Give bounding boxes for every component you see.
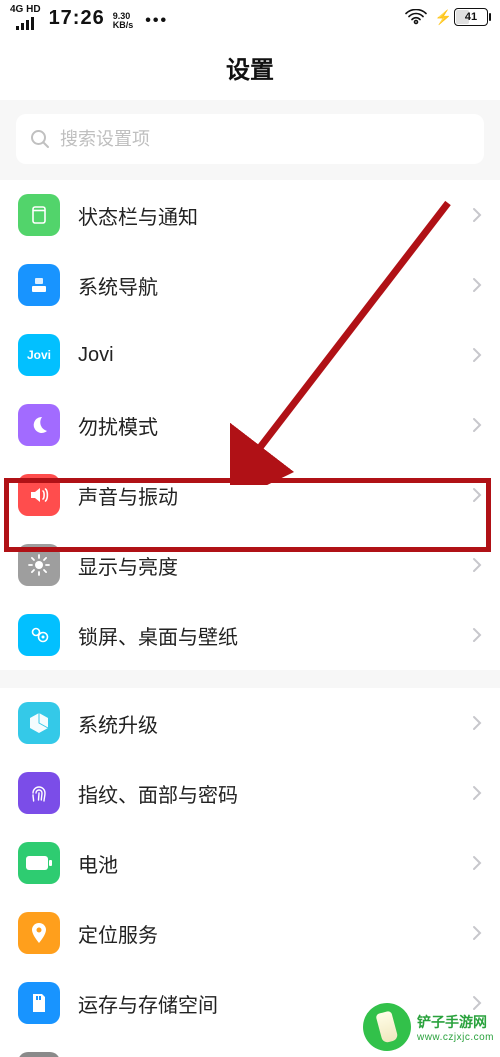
page-title: 设置: [226, 50, 274, 85]
row-system-navigation[interactable]: 系统导航: [0, 250, 500, 320]
row-label: 系统升级: [78, 709, 472, 738]
chevron-right-icon: [472, 417, 482, 433]
more-status-icon: •••: [145, 12, 168, 30]
charging-icon: ⚡: [435, 9, 452, 26]
row-battery[interactable]: 电池: [0, 828, 500, 898]
search-box[interactable]: [16, 114, 484, 164]
row-label: 指纹、面部与密码: [78, 779, 472, 808]
fingerprint-icon: [18, 772, 60, 814]
clock: 17:26: [49, 7, 105, 30]
row-label: 声音与振动: [78, 481, 472, 510]
settings-group-2: 系统升级 指纹、面部与密码 电池 定位服务: [0, 688, 500, 1057]
status-left: 4G HD 17:26 9.30 KB/s •••: [10, 5, 168, 30]
chevron-right-icon: [472, 627, 482, 643]
row-label: 系统导航: [78, 271, 472, 300]
network-label: 4G HD: [10, 5, 41, 15]
row-status-notifications[interactable]: 状态栏与通知: [0, 180, 500, 250]
row-label: 锁屏、桌面与壁纸: [78, 621, 472, 650]
chevron-right-icon: [472, 557, 482, 573]
more-icon: [18, 1052, 60, 1057]
battery-icon: [18, 842, 60, 884]
row-jovi[interactable]: Jovi Jovi: [0, 320, 500, 390]
display-icon: [18, 544, 60, 586]
watermark-logo-icon: [363, 1003, 411, 1051]
row-label: Jovi: [78, 344, 472, 367]
signal-icon: [16, 16, 34, 30]
watermark-text: 铲子手游网 www.czjxjc.com: [417, 1012, 494, 1043]
chevron-right-icon: [472, 347, 482, 363]
status-icon: [18, 194, 60, 236]
chevron-right-icon: [472, 925, 482, 941]
screen: 4G HD 17:26 9.30 KB/s ••• ⚡ 41: [0, 0, 500, 1057]
settings-group-1: 状态栏与通知 系统导航 Jovi Jovi 勿扰模式 声音与振动: [0, 180, 500, 670]
search-input[interactable]: [60, 129, 470, 150]
row-label: 显示与亮度: [78, 551, 472, 580]
row-sound-vibration[interactable]: 声音与振动: [0, 460, 500, 530]
chevron-right-icon: [472, 207, 482, 223]
row-display-brightness[interactable]: 显示与亮度: [0, 530, 500, 600]
wifi-icon: [405, 9, 427, 25]
title-bar: 设置: [0, 34, 500, 100]
row-lock-wallpaper[interactable]: 锁屏、桌面与壁纸: [0, 600, 500, 670]
chevron-right-icon: [472, 487, 482, 503]
dnd-icon: [18, 404, 60, 446]
row-label: 定位服务: [78, 919, 472, 948]
jovi-icon: Jovi: [18, 334, 60, 376]
data-rate: 9.30 KB/s: [113, 12, 134, 30]
chevron-right-icon: [472, 277, 482, 293]
battery-icon: 41: [454, 8, 488, 26]
row-do-not-disturb[interactable]: 勿扰模式: [0, 390, 500, 460]
row-system-upgrade[interactable]: 系统升级: [0, 688, 500, 758]
chevron-right-icon: [472, 785, 482, 801]
storage-icon: [18, 982, 60, 1024]
row-fingerprint-face-password[interactable]: 指纹、面部与密码: [0, 758, 500, 828]
lock-icon: [18, 614, 60, 656]
sound-icon: [18, 474, 60, 516]
row-location[interactable]: 定位服务: [0, 898, 500, 968]
chevron-right-icon: [472, 715, 482, 731]
watermark: 铲子手游网 www.czjxjc.com: [363, 1003, 494, 1051]
search-section: [0, 100, 500, 180]
battery-indicator: ⚡ 41: [435, 8, 488, 26]
status-bar: 4G HD 17:26 9.30 KB/s ••• ⚡ 41: [0, 0, 500, 34]
status-right: ⚡ 41: [405, 8, 488, 26]
nav-icon: [18, 264, 60, 306]
location-icon: [18, 912, 60, 954]
search-icon: [30, 129, 50, 149]
row-label: 状态栏与通知: [78, 201, 472, 230]
chevron-right-icon: [472, 855, 482, 871]
row-label: 勿扰模式: [78, 411, 472, 440]
upgrade-icon: [18, 702, 60, 744]
row-label: 电池: [78, 849, 472, 878]
